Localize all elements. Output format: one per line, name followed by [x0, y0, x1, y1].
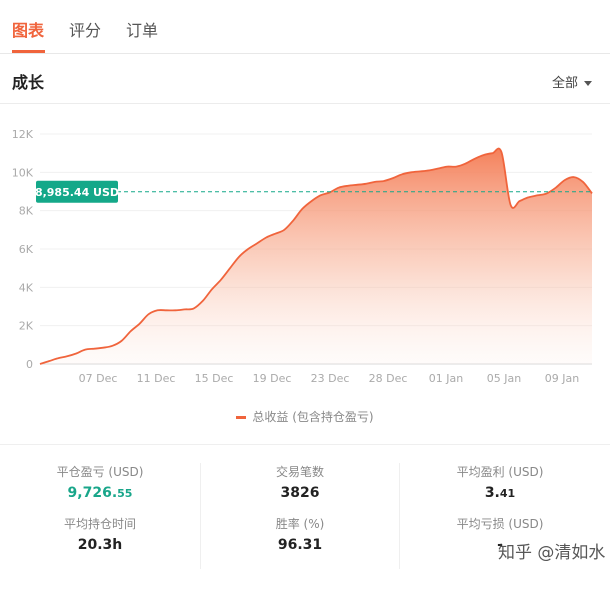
- x-tick-label: 15 Dec: [195, 372, 234, 385]
- stat-value-main: 9,726.: [67, 485, 118, 501]
- x-tick-label: 07 Dec: [79, 372, 118, 385]
- stat-value-main: 3.: [484, 485, 500, 501]
- y-tick-label: 2K: [19, 320, 34, 333]
- stat-label: 平均亏损 (USD): [456, 517, 544, 531]
- stat-trade-count: 交易笔数 3826: [201, 463, 399, 513]
- stat-value: 9,726.55: [0, 485, 200, 513]
- x-tick-label: 23 Dec: [311, 372, 350, 385]
- stat-closed-pnl: 平仓盈亏 (USD) 9,726.55: [0, 463, 200, 513]
- x-tick-label: 19 Dec: [253, 372, 292, 385]
- x-tick-label: 09 Jan: [545, 372, 579, 385]
- stat-value-main: 96.31: [277, 537, 323, 553]
- stat-win-rate: 胜率 (%) 96.31: [201, 515, 399, 565]
- x-tick-label: 11 Dec: [137, 372, 176, 385]
- y-tick-label: 0: [26, 358, 33, 371]
- y-tick-label: 10K: [12, 166, 34, 179]
- section-title: 成长: [12, 73, 45, 92]
- stat-value: 3.41: [400, 485, 600, 513]
- x-tick-label: 28 Dec: [369, 372, 408, 385]
- tab-chart[interactable]: 图表: [12, 17, 44, 41]
- stat-avg-hold-time: 平均持仓时间 20.3h: [0, 515, 200, 565]
- watermark: 知乎 @清如水: [498, 543, 606, 563]
- stat-value: 96.31: [201, 537, 399, 565]
- x-tick-label: 05 Jan: [487, 372, 521, 385]
- active-tab-indicator: [12, 50, 45, 53]
- legend-swatch: [236, 416, 247, 419]
- growth-chart: 0 2K 4K 6K 8K 10K 12K 07 Dec 11 Dec 15 Dec 19 Dec…: [0, 104, 610, 444]
- stat-value-decimal: 41: [499, 487, 516, 500]
- stat-label: 平仓盈亏 (USD): [56, 465, 144, 479]
- y-tick-label: 12K: [12, 128, 34, 141]
- stat-value: 20.3h: [0, 537, 200, 565]
- tab-orders[interactable]: 订单: [126, 17, 158, 41]
- chart-legend[interactable]: 总收益 (包含持仓盈亏): [0, 408, 610, 425]
- stats-column-2: 交易笔数 3826 胜率 (%) 96.31: [200, 463, 400, 569]
- growth-chart-svg: 0 2K 4K 6K 8K 10K 12K 07 Dec 11 Dec 15 Dec 19 Dec…: [12, 128, 593, 385]
- filter-label: 全部: [551, 76, 578, 91]
- stat-label: 平均持仓时间: [63, 517, 136, 531]
- tab-rating[interactable]: 评分: [69, 17, 101, 41]
- x-tick-label: 01 Jan: [429, 372, 463, 385]
- reference-label: 8,985.44 USD: [35, 186, 119, 199]
- legend-label: 总收益 (包含持仓盈亏): [252, 410, 374, 424]
- stats-column-1: 平仓盈亏 (USD) 9,726.55 平均持仓时间 20.3h: [0, 463, 200, 569]
- stat-label: 交易笔数: [275, 465, 324, 479]
- chevron-down-icon: [584, 81, 592, 86]
- y-tick-label: 8K: [19, 205, 34, 218]
- filter-dropdown[interactable]: 全部: [552, 72, 592, 91]
- series-area: [40, 148, 592, 364]
- stat-label: 平均盈利 (USD): [456, 465, 544, 479]
- tab-bar: 图表 评分 订单: [0, 0, 610, 54]
- stat-label: 胜率 (%): [275, 517, 325, 531]
- stat-value-main: 20.3h: [77, 537, 123, 553]
- stat-value-decimal: 55: [117, 487, 133, 500]
- section-header: 成长 全部: [0, 54, 610, 104]
- y-tick-label: 4K: [19, 281, 34, 294]
- stat-avg-profit: 平均盈利 (USD) 3.41: [400, 463, 600, 513]
- stat-value-main: 3826: [280, 485, 320, 501]
- stat-value: 3826: [201, 485, 399, 513]
- stats-panel: 平仓盈亏 (USD) 9,726.55 平均持仓时间 20.3h 交易笔数 38…: [0, 445, 610, 589]
- y-tick-label: 6K: [19, 243, 34, 256]
